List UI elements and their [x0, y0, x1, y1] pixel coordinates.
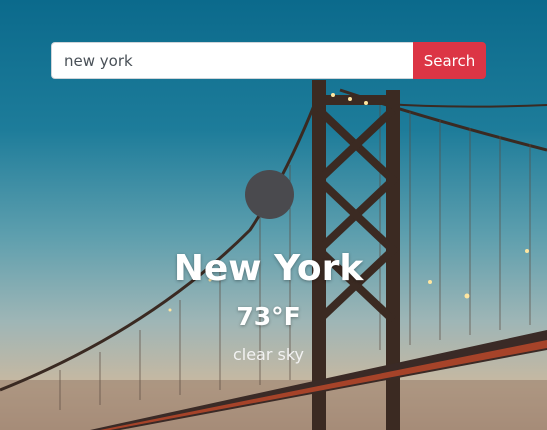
search-button[interactable]: Search — [413, 42, 486, 79]
weather-description: clear sky — [232, 345, 305, 364]
city-name: New York — [173, 248, 364, 289]
search-bar: Search — [51, 42, 486, 79]
search-input[interactable] — [51, 42, 413, 79]
weather-icon — [245, 170, 294, 219]
temperature: 73°F — [236, 302, 301, 331]
